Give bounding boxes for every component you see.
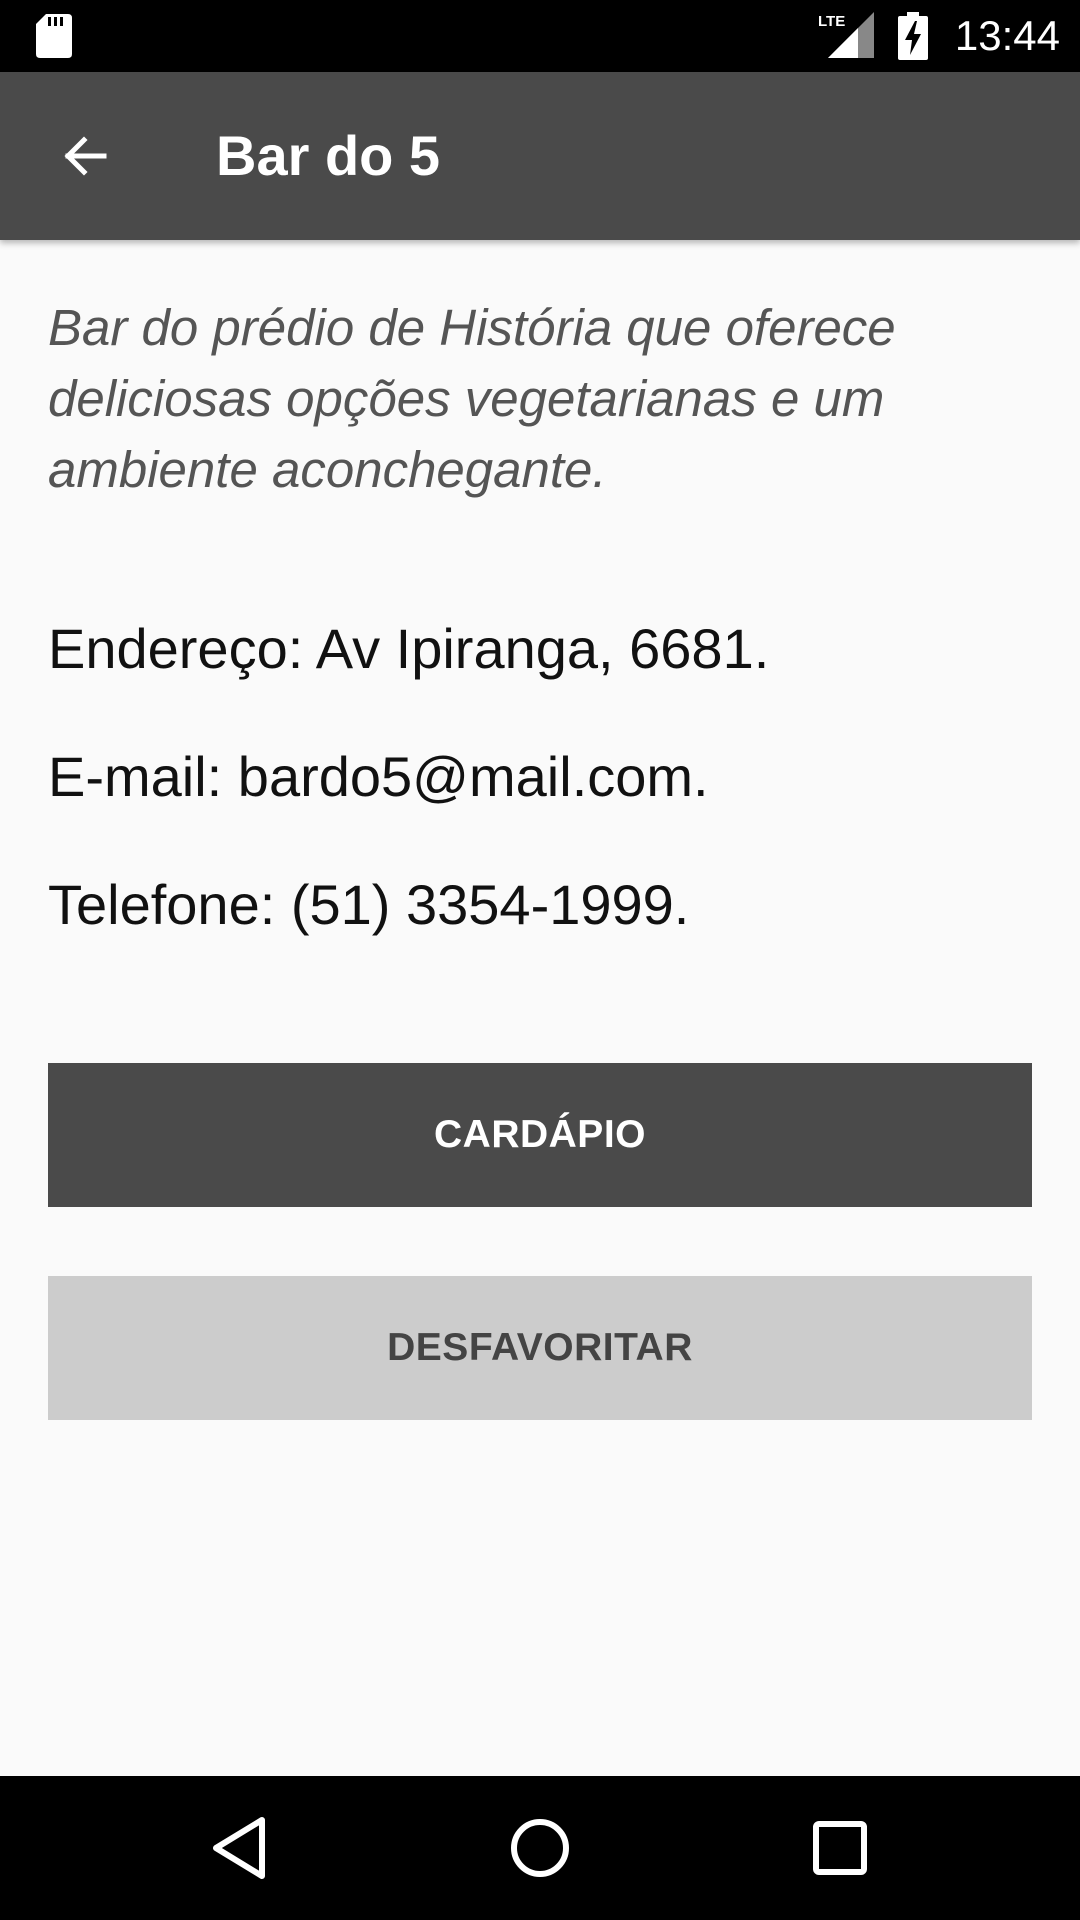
- status-time: 13:44: [954, 12, 1060, 59]
- phone-text: Telefone: (51) 3354-1999.: [48, 873, 690, 936]
- status-bar: LTE 13:44: [0, 0, 1080, 72]
- back-button[interactable]: [40, 116, 128, 196]
- nav-recents-icon[interactable]: [800, 1808, 880, 1888]
- navigation-bar: [0, 1776, 1080, 1920]
- app-bar: Bar do 5: [0, 72, 1080, 240]
- arrow-back-icon: [64, 136, 107, 176]
- network-label: LTE: [818, 13, 845, 30]
- menu-button[interactable]: CARDÁPIO: [48, 1063, 1032, 1207]
- battery-charging-icon: [898, 12, 928, 60]
- address-text: Endereço: Av Ipiranga, 6681.: [48, 617, 770, 680]
- page-title: Bar do 5: [216, 124, 441, 187]
- bar-description: Bar do prédio de História que oferece de…: [48, 299, 896, 498]
- nav-home-icon[interactable]: [500, 1808, 580, 1888]
- unfavorite-button[interactable]: DESFAVORITAR: [48, 1276, 1032, 1420]
- sd-card-icon: [36, 14, 72, 58]
- nav-back-icon[interactable]: [200, 1808, 280, 1888]
- email-text: E-mail: bardo5@mail.com.: [48, 745, 709, 808]
- menu-button-label: CARDÁPIO: [433, 1113, 646, 1156]
- lte-signal-icon: LTE: [818, 12, 874, 58]
- unfavorite-button-label: DESFAVORITAR: [387, 1326, 693, 1369]
